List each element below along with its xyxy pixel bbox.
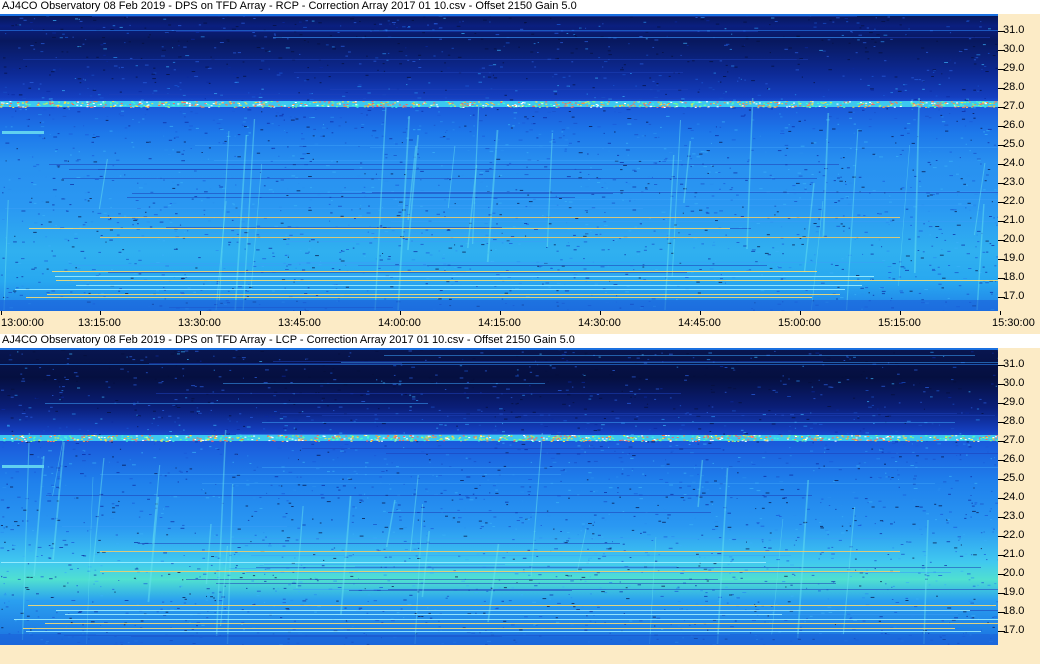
y-tick-label: 20.0 [1003,567,1025,579]
x-tick-label: 15:30:00 [992,317,1035,329]
y-tick-label: 21.0 [1003,548,1025,560]
x-tick-label: 13:15:00 [78,317,121,329]
x-tick-label: 14:45:00 [678,317,721,329]
y-tick-label: 17.0 [1003,624,1025,636]
y-tick-label: 22.0 [1003,195,1025,207]
panel-title-lcp: AJ4CO Observatory 08 Feb 2019 - DPS on T… [0,334,1040,348]
x-tick [400,311,401,315]
x-tick-label: 14:15:00 [478,317,521,329]
x-tick-label: 13:30:00 [178,317,221,329]
frequency-axis-rcp: 31.0 30.0 29.0 28.0 27.0 26.0 25.0 24.0 23.0 22.0… [998,14,1040,311]
y-tick-label: 29.0 [1003,62,1025,74]
y-tick-label: 23.0 [1003,510,1025,522]
x-tick [900,311,901,315]
y-tick-label: 24.0 [1003,491,1025,503]
frequency-axis-lcp: 31.0 30.0 29.0 28.0 27.0 26.0 25.0 24.0 23.0 22.0… [998,348,1040,645]
x-tick-label: 13:45:00 [278,317,321,329]
x-tick [100,311,101,315]
x-tick [700,311,701,315]
y-tick-label: 19.0 [1003,586,1025,598]
y-tick-label: 21.0 [1003,214,1025,226]
x-tick-label: 15:15:00 [878,317,921,329]
x-tick-label: 13:00:00 [1,317,44,329]
y-tick-label: 24.0 [1003,157,1025,169]
y-tick-label: 18.0 [1003,605,1025,617]
y-tick-label: 25.0 [1003,138,1025,150]
x-tick [1000,311,1001,315]
x-tick [1,311,2,315]
y-tick-label: 31.0 [1003,24,1025,36]
y-tick-label: 27.0 [1003,100,1025,112]
x-tick-label: 15:00:00 [778,317,821,329]
y-tick-label: 27.0 [1003,434,1025,446]
y-tick-label: 25.0 [1003,472,1025,484]
panel-title-rcp: AJ4CO Observatory 08 Feb 2019 - DPS on T… [0,0,1040,14]
y-tick-label: 23.0 [1003,176,1025,188]
x-tick [500,311,501,315]
x-tick [800,311,801,315]
y-tick-label: 26.0 [1003,119,1025,131]
y-tick-label: 28.0 [1003,81,1025,93]
x-tick-label: 14:00:00 [378,317,421,329]
y-tick-label: 19.0 [1003,252,1025,264]
time-axis: 13:00:00 13:15:00 13:30:00 13:45:00 14:00:00… [0,311,1040,334]
x-tick-label: 14:30:00 [578,317,621,329]
bottom-margin [0,645,1040,664]
y-tick-label: 30.0 [1003,377,1025,389]
x-tick [200,311,201,315]
y-tick-label: 20.0 [1003,233,1025,245]
spectrogram-rcp [0,14,998,311]
y-tick-label: 28.0 [1003,415,1025,427]
y-tick-label: 30.0 [1003,43,1025,55]
y-tick-label: 26.0 [1003,453,1025,465]
spectrogram-lcp [0,348,998,645]
x-tick [600,311,601,315]
x-tick [300,311,301,315]
y-tick-label: 22.0 [1003,529,1025,541]
y-tick-label: 29.0 [1003,396,1025,408]
y-tick-label: 17.0 [1003,290,1025,302]
y-tick-label: 18.0 [1003,271,1025,283]
y-tick-label: 31.0 [1003,358,1025,370]
